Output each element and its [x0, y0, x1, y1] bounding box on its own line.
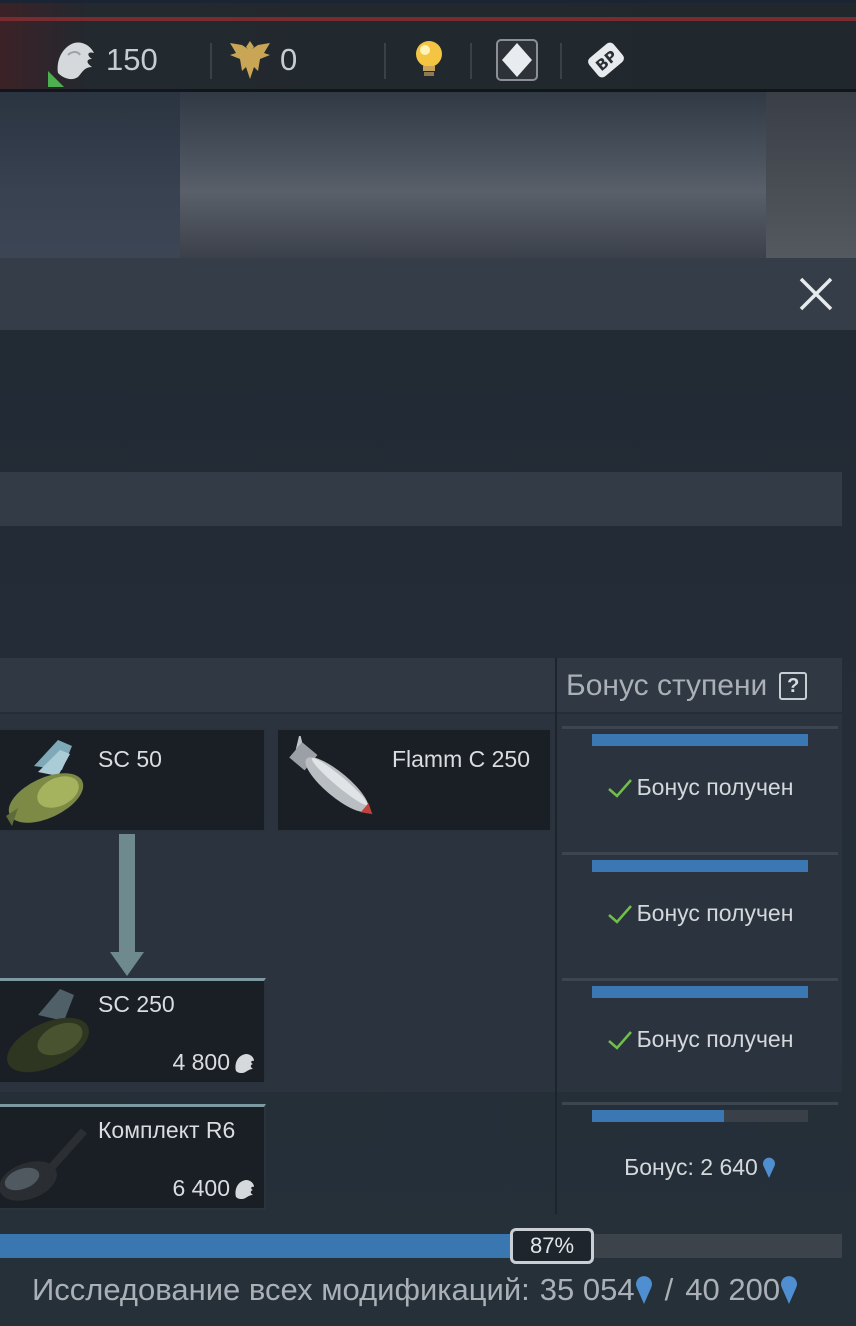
tier-progress-fill — [592, 1110, 724, 1122]
divider — [384, 43, 386, 79]
research-progress-bar — [0, 1234, 842, 1258]
currency-bar: 150 0 BP — [0, 0, 856, 92]
checkmark-icon — [607, 904, 632, 924]
info-stripe — [0, 472, 842, 526]
bomb-icon — [7, 989, 89, 1073]
premium-diamond-icon — [496, 39, 538, 81]
checkmark-icon — [607, 778, 632, 798]
research-point-icon — [635, 1276, 652, 1304]
module-cost-value: 6 400 — [172, 1175, 230, 1201]
silver-lion-icon — [48, 42, 94, 87]
tier-bonus-row: Бонус получен — [562, 852, 838, 972]
silver-lions[interactable]: 150 — [48, 33, 158, 87]
divider — [210, 43, 212, 79]
bonus-status: Бонус получен — [562, 1026, 838, 1053]
divider — [562, 852, 838, 855]
checkmark-icon — [607, 1030, 632, 1050]
module-name: SC 250 — [98, 991, 175, 1017]
tier-bonus-row: Бонус: 2 640 — [562, 1102, 838, 1222]
column-divider — [555, 658, 557, 1214]
bonus-status-text: Бонус: 2 640 — [624, 1154, 758, 1180]
silver-lion-icon — [235, 1179, 254, 1199]
module-card-sc250[interactable]: SC 250 4 800 — [0, 978, 266, 1084]
silver-lion-icon — [235, 1053, 254, 1073]
golden-eagle-icon — [230, 41, 270, 79]
module-card-flamm-c250[interactable]: Flamm C 250 — [276, 728, 552, 832]
tier-bonus-header: Бонус ступени ? — [566, 664, 808, 708]
dependency-arrow — [110, 834, 144, 976]
research-progress-fill — [0, 1234, 513, 1258]
research-current: 35 054 — [539, 1272, 635, 1307]
module-name: Flamm C 250 — [391, 746, 530, 772]
tier-progress-fill — [592, 734, 808, 746]
research-summary: Исследование всех модификаций: 35 054 / … — [32, 1268, 798, 1312]
tier-bonus-label: Бонус ступени — [566, 669, 768, 702]
close-icon[interactable] — [798, 276, 834, 312]
divider — [560, 43, 562, 79]
premium-button[interactable] — [496, 33, 538, 87]
bonus-status: Бонус получен — [562, 774, 838, 801]
bonus-status-text: Бонус получен — [636, 1026, 794, 1052]
tier-bonus-row: Бонус получен — [562, 978, 838, 1098]
research-point-icon — [762, 1157, 775, 1178]
window-header — [0, 258, 856, 330]
lightbulb-button[interactable] — [412, 33, 446, 87]
tier-progress-fill — [592, 860, 808, 872]
research-point-icon — [781, 1276, 798, 1304]
tier-progress-bar — [592, 986, 808, 998]
divider — [562, 1102, 838, 1105]
module-name: Комплект R6 — [98, 1117, 236, 1143]
battle-pass-button[interactable]: BP — [582, 33, 630, 87]
bomb-icon — [289, 736, 373, 815]
divider — [562, 978, 838, 981]
module-card-sc50[interactable]: SC 50 — [0, 728, 266, 832]
gun-pod-icon — [0, 1128, 87, 1201]
background-scene — [0, 92, 856, 258]
module-cost-value: 4 800 — [172, 1049, 230, 1075]
golden-eagles[interactable]: 0 — [228, 33, 297, 87]
lightbulb-icon — [416, 41, 442, 76]
battle-pass-icon: BP — [588, 42, 624, 78]
module-name: SC 50 — [98, 746, 162, 772]
golden-eagles-value: 0 — [280, 42, 298, 77]
tier-progress-bar — [592, 1110, 808, 1122]
tier-progress-bar — [592, 860, 808, 872]
module-card-r6-kit[interactable]: Комплект R6 6 400 — [0, 1104, 266, 1210]
bonus-status: Бонус получен — [562, 900, 838, 927]
tier-progress-bar — [592, 734, 808, 746]
research-percent: 87% — [510, 1228, 594, 1264]
bomb-icon — [6, 740, 84, 826]
bonus-status: Бонус: 2 640 — [562, 1154, 838, 1181]
tier-progress-fill — [592, 986, 808, 998]
separator: / — [664, 1272, 674, 1307]
help-icon[interactable]: ? — [779, 672, 808, 700]
divider — [562, 726, 838, 729]
tier-bonus-row: Бонус получен — [562, 726, 838, 846]
silver-lions-value: 150 — [106, 42, 158, 77]
module-cost: 4 800 — [172, 1049, 256, 1076]
research-total: 40 200 — [685, 1272, 781, 1307]
divider — [470, 43, 472, 79]
research-label: Исследование всех модификаций: — [32, 1272, 530, 1307]
bonus-status-text: Бонус получен — [636, 900, 794, 926]
bonus-status-text: Бонус получен — [636, 774, 794, 800]
module-cost: 6 400 — [172, 1175, 256, 1202]
